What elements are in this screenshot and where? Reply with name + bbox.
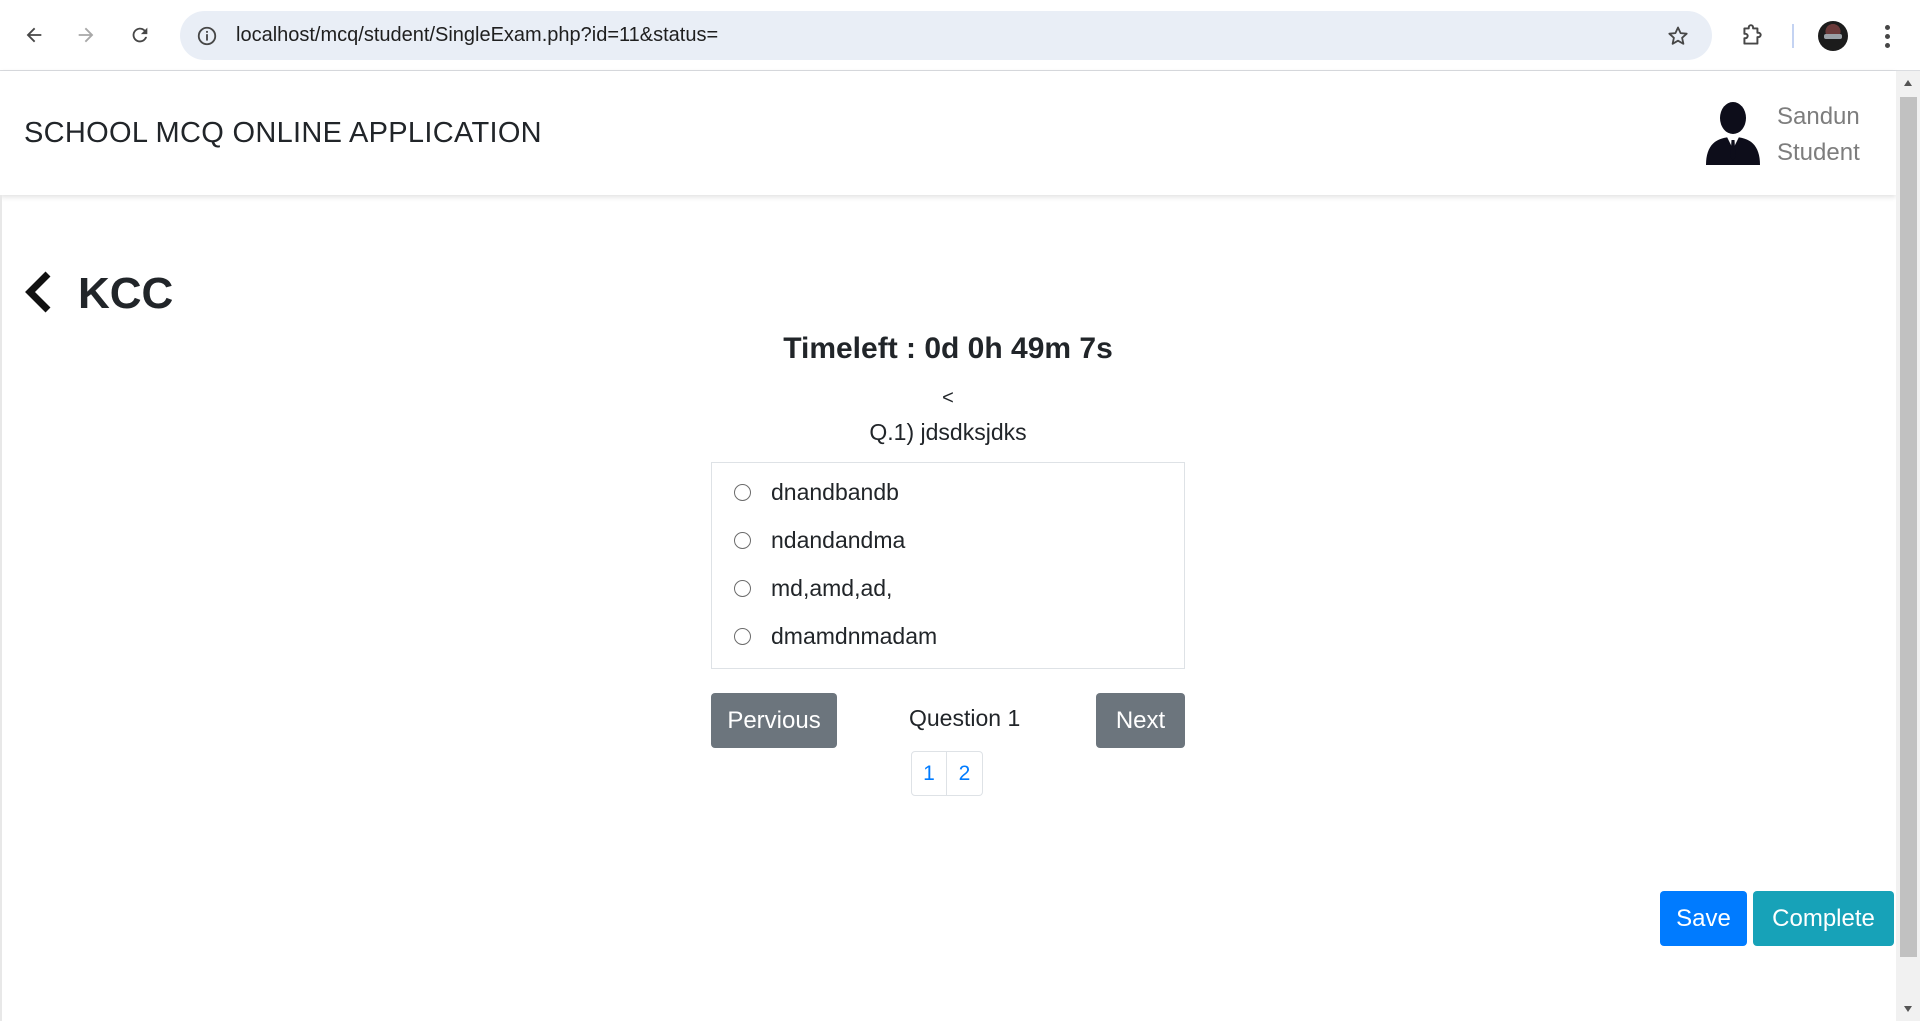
- answer-option-1[interactable]: dnandbandb: [734, 475, 899, 509]
- back-nav-button[interactable]: [14, 15, 54, 55]
- bookmark-star-icon[interactable]: [1664, 22, 1692, 50]
- answer-option-3[interactable]: md,amd,ad,: [734, 571, 892, 605]
- radio-button[interactable]: [734, 627, 751, 645]
- app-header: SCHOOL MCQ ONLINE APPLICATION Sandun Stu…: [0, 71, 1896, 195]
- user-name: Sandun: [1777, 103, 1860, 130]
- time-left: Timeleft : 0d 0h 49m 7s: [783, 332, 1113, 365]
- complete-button[interactable]: Complete: [1753, 891, 1894, 946]
- option-label: ndandandma: [771, 526, 906, 553]
- radio-button[interactable]: [734, 579, 751, 597]
- reload-button[interactable]: [120, 15, 160, 55]
- option-label: dnandbandb: [771, 478, 899, 505]
- extensions-puzzle-icon[interactable]: [1734, 18, 1770, 54]
- arrow-left-icon: [26, 27, 42, 43]
- page-scrollbar[interactable]: [1896, 71, 1920, 1021]
- answer-options: dnandbandb ndandandma md,amd,ad, dmamdnm…: [711, 462, 1185, 669]
- url-text: localhost/mcq/student/SingleExam.php?id=…: [236, 24, 719, 46]
- answer-option-2[interactable]: ndandandma: [734, 523, 905, 557]
- forward-nav-button[interactable]: [66, 15, 106, 55]
- question-text: Q.1) jdsdksjdks: [869, 419, 1027, 445]
- arrow-right-icon: [78, 27, 94, 43]
- next-button[interactable]: Next: [1096, 693, 1185, 748]
- exam-title: KCC: [78, 269, 174, 318]
- radio-button[interactable]: [734, 483, 751, 501]
- profile-avatar[interactable]: [1818, 21, 1848, 51]
- page-link-2[interactable]: 2: [947, 751, 983, 796]
- page-content: SCHOOL MCQ ONLINE APPLICATION Sandun Stu…: [0, 71, 1896, 1021]
- app-title: SCHOOL MCQ ONLINE APPLICATION: [24, 117, 542, 149]
- previous-button[interactable]: Pervious: [711, 693, 837, 748]
- save-button[interactable]: Save: [1660, 891, 1747, 946]
- option-label: dmamdnmadam: [771, 622, 938, 649]
- toolbar-separator: [1792, 24, 1794, 48]
- page-link-1[interactable]: 1: [911, 751, 947, 796]
- scroll-up-arrow-icon[interactable]: [1896, 71, 1920, 95]
- question-pagination: 1 2: [911, 751, 983, 796]
- browser-toolbar: localhost/mcq/student/SingleExam.php?id=…: [0, 0, 1920, 71]
- reload-icon: [132, 27, 148, 43]
- address-bar[interactable]: localhost/mcq/student/SingleExam.php?id=…: [180, 11, 1712, 60]
- site-info-icon[interactable]: [194, 23, 220, 49]
- back-chevron-icon[interactable]: [22, 269, 58, 315]
- scroll-down-arrow-icon[interactable]: [1896, 997, 1920, 1021]
- question-indicator: Question 1: [909, 705, 1021, 731]
- previous-chevron-text: <: [942, 387, 954, 409]
- user-avatar-icon[interactable]: [1702, 99, 1764, 165]
- browser-menu-icon[interactable]: [1870, 18, 1904, 54]
- option-label: md,amd,ad,: [771, 574, 893, 601]
- radio-button[interactable]: [734, 531, 751, 549]
- user-role: Student: [1777, 139, 1860, 166]
- scroll-thumb[interactable]: [1900, 97, 1917, 957]
- content-border: [0, 195, 2, 1021]
- answer-option-4[interactable]: dmamdnmadam: [734, 619, 937, 653]
